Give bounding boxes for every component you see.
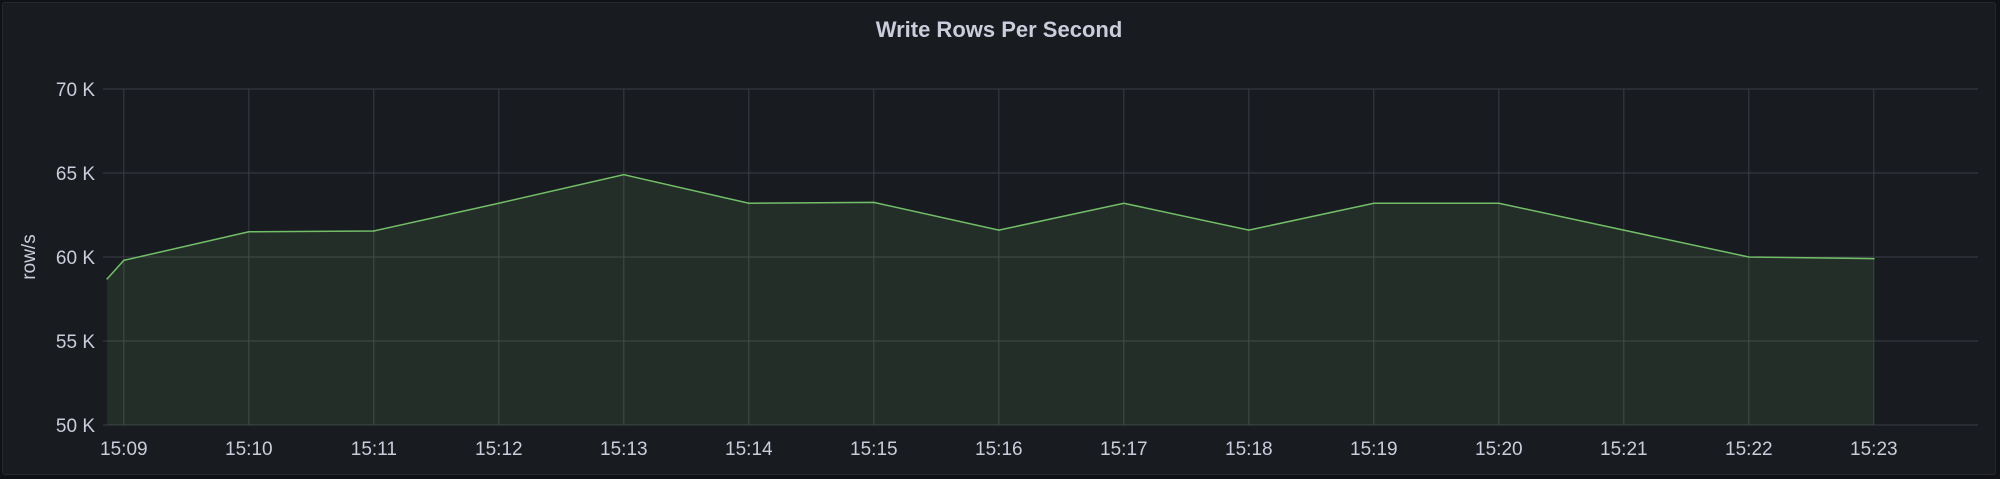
data-point — [1123, 202, 1125, 205]
chart-panel: Write Rows Per Second 50 K 55 K 60 K 65 K 70… — [2, 2, 1996, 475]
data-point — [106, 278, 108, 280]
x-tick-label: 15:22 — [1725, 439, 1773, 460]
x-tick-label: 15:18 — [1225, 439, 1273, 460]
x-tick-label: 15:13 — [600, 439, 648, 460]
x-tick-label: 15:17 — [1100, 439, 1148, 460]
data-point — [748, 202, 750, 205]
data-point — [1373, 202, 1375, 205]
y-tick-label: 65 K — [56, 164, 95, 185]
data-point — [1748, 256, 1750, 258]
series-area — [107, 174, 1874, 425]
x-tick-label: 15:15 — [850, 439, 898, 460]
y-tick-label: 50 K — [56, 416, 95, 437]
y-tick-label: 70 K — [56, 80, 95, 101]
x-tick-label: 15:12 — [475, 439, 523, 460]
data-point — [1873, 257, 1875, 260]
x-tick-label: 15:10 — [225, 439, 273, 460]
data-point — [123, 259, 125, 262]
x-tick-label: 15:14 — [725, 439, 773, 460]
x-tick-label: 15:19 — [1350, 439, 1398, 460]
x-tick-label: 15:20 — [1475, 439, 1523, 460]
data-point — [873, 201, 875, 204]
data-point — [1498, 202, 1500, 205]
x-tick-label: 15:09 — [100, 439, 148, 460]
x-tick-label: 15:11 — [351, 439, 397, 460]
data-point — [248, 231, 250, 233]
data-point — [998, 229, 1000, 231]
x-tick-label: 15:23 — [1850, 439, 1898, 460]
x-tick-label: 15:16 — [975, 439, 1023, 460]
chart-svg: 50 K 55 K 60 K 65 K 70 K 15:09 15:10 15:11 15:12… — [19, 80, 1978, 460]
y-axis-label: row/s — [19, 234, 40, 279]
y-tick-label: 60 K — [56, 248, 95, 269]
data-point — [373, 230, 375, 232]
data-point — [1248, 229, 1250, 231]
data-point — [1623, 229, 1625, 231]
data-point — [623, 173, 625, 176]
y-tick-label: 55 K — [56, 332, 95, 353]
x-tick-label: 15:21 — [1600, 439, 1648, 460]
data-point — [498, 202, 500, 205]
